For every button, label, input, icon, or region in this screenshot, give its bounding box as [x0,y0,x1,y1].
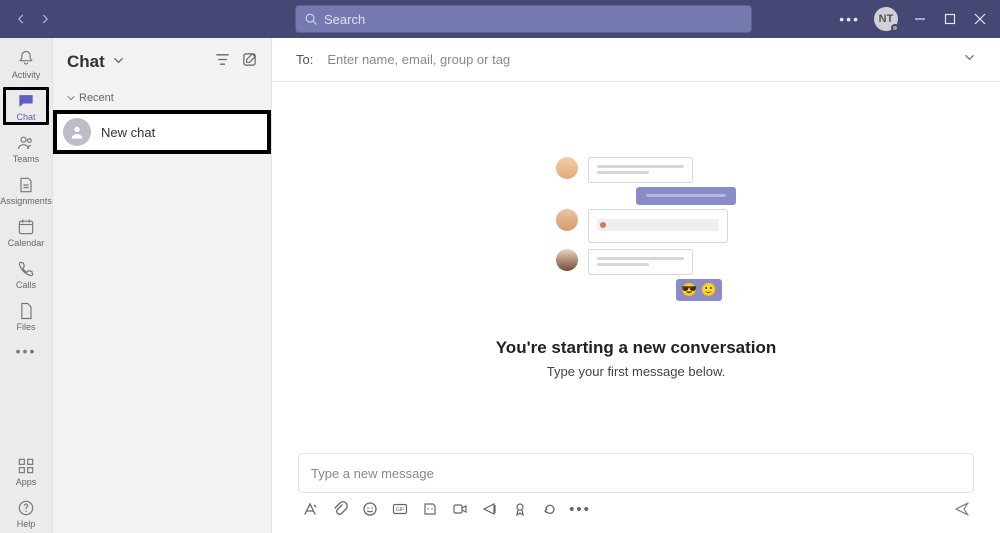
new-chat-button[interactable] [242,52,257,72]
chat-list-title: Chat [67,52,105,72]
rail-item-chat[interactable]: Chat [2,86,50,126]
more-horizontal-icon: ••• [16,343,37,359]
rail-item-help[interactable]: Help [2,493,50,533]
presence-dot-icon [891,24,899,32]
files-icon [16,301,36,321]
calendar-icon [16,217,36,237]
rail-label: Files [16,322,35,332]
phone-icon [16,259,36,279]
section-recent[interactable]: Recent [53,86,271,110]
attach-button[interactable] [332,501,348,517]
chat-list-panel: Chat Recent New chat [52,38,272,533]
rail-item-teams[interactable]: Teams [2,128,50,168]
bell-icon [16,49,36,69]
rail-label: Apps [16,477,37,487]
message-input[interactable] [311,466,961,481]
search-icon [304,12,318,26]
expand-recipients-button[interactable] [963,51,976,69]
rail-item-assignments[interactable]: Assignments [2,170,50,210]
caret-down-icon [67,94,75,102]
recipients-input[interactable] [327,52,949,67]
app-rail: Activity Chat Teams Assignments Calendar… [0,38,52,533]
format-button[interactable] [302,501,318,517]
rail-item-activity[interactable]: Activity [2,44,50,84]
search-placeholder: Search [324,12,365,27]
rail-label: Assignments [0,196,52,206]
assignments-icon [16,175,36,195]
window-maximize-button[interactable] [942,11,958,27]
praise-button[interactable] [512,501,528,517]
sticker-button[interactable] [422,501,438,517]
rail-item-apps[interactable]: Apps [2,451,50,491]
to-label: To: [296,52,313,67]
rail-label: Calendar [8,238,45,248]
current-user-avatar[interactable]: NT [874,7,898,31]
search-input[interactable]: Search [296,6,751,32]
window-minimize-button[interactable] [912,11,928,27]
apps-icon [16,456,36,476]
nav-back-button[interactable] [14,12,28,26]
message-composer[interactable] [298,453,974,493]
conversation-illustration: 😎 🙂 [536,157,736,322]
rail-label: Chat [16,112,35,122]
rail-item-calendar[interactable]: Calendar [2,212,50,252]
person-icon [63,118,91,146]
avatar-initials: NT [879,13,894,25]
titlebar: Search ••• NT [0,0,1000,38]
rail-label: Calls [16,280,36,290]
rail-label: Help [17,519,36,529]
meeting-button[interactable] [452,501,468,517]
recipients-bar: To: [272,38,1000,82]
rail-label: Activity [12,70,41,80]
conversation-panel: To: [272,38,1000,533]
teams-icon [16,133,36,153]
rail-item-calls[interactable]: Calls [2,254,50,294]
rail-label: Teams [13,154,40,164]
empty-state-subtitle: Type your first message below. [547,364,725,379]
send-button[interactable] [954,501,970,517]
chat-name: New chat [101,125,155,140]
more-compose-button[interactable]: ••• [572,501,588,517]
empty-state-title: You're starting a new conversation [496,338,777,358]
filter-button[interactable] [215,52,230,72]
stream-button[interactable] [482,501,498,517]
nav-forward-button[interactable] [38,12,52,26]
rail-item-more[interactable]: ••• [2,338,50,364]
help-icon [16,498,36,518]
gif-button[interactable]: GIF [392,501,408,517]
loop-button[interactable] [542,501,558,517]
chat-icon [16,91,36,111]
svg-text:GIF: GIF [396,507,404,513]
rail-item-files[interactable]: Files [2,296,50,336]
window-close-button[interactable] [972,11,988,27]
emoji-button[interactable] [362,501,378,517]
chevron-down-icon[interactable] [113,53,124,71]
composer-toolbar: GIF ••• [298,493,974,525]
chat-list-item[interactable]: New chat [53,110,271,154]
more-button[interactable]: ••• [839,12,860,26]
